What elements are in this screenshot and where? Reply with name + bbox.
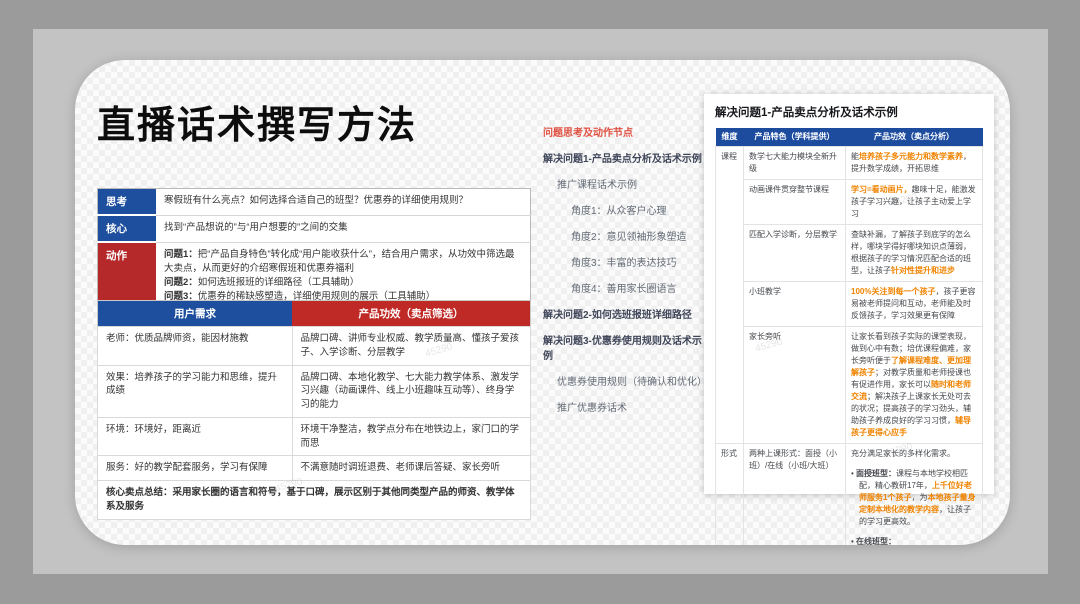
table-row: 效果：培养孩子的学习能力和思维，提升成绩 品牌口碑、本地化教学、七大能力教学体系… bbox=[98, 365, 531, 417]
core-text: 找到“产品想说的”与“用户想要的”之间的交集 bbox=[156, 215, 531, 242]
feature-cell: 数学七大能力模块全新升级 bbox=[744, 147, 846, 180]
outline-item-problem3: 解决问题3-优惠券使用规则及话术示例 bbox=[543, 334, 705, 364]
table-row: 形式 两种上课形式：面授（小班）/在线（小班/大班） 充分满足家长的多样化需求。… bbox=[716, 444, 983, 546]
table-row: 小班教学 100%关注到每一个孩子，孩子更容易被老师提问和互动，老师能及时反馈孩… bbox=[716, 282, 983, 327]
table-footer-row: 核心卖点总结：采用家长圈的语言和符号，基于口碑，展示区别于其他同类型产品的师资、… bbox=[98, 481, 531, 520]
need-cell: 环境：环境好，距离近 bbox=[98, 417, 293, 456]
effect-cell: 不满意随时调班退费、老师课后答疑、家长旁听 bbox=[292, 456, 531, 481]
action-line-1: 问题1：把“产品自身特色”转化成“用户能收获什么”，结合用户需求，从功效中筛选最… bbox=[164, 248, 522, 277]
user-needs-table: 用户需求 产品功效（卖点筛选） 老师：优质品牌师资，能因材施教 品牌口碑、讲师专… bbox=[97, 300, 531, 520]
feature-cell: 小班教学 bbox=[744, 282, 846, 327]
analysis-cell: 充分满足家长的多样化需求。 • 面授班型：课程与本地学校相匹配，精心教研17年，… bbox=[846, 444, 983, 546]
table-row: 环境：环境好，距离近 环境干净整洁，教学点分布在地铁边上，家门口的学而思 bbox=[98, 417, 531, 456]
summary-cell: 核心卖点总结：采用家长圈的语言和符号，基于口碑，展示区别于其他同类型产品的师资、… bbox=[98, 481, 531, 520]
col-header-feature: 产品特色（学科提供） bbox=[744, 128, 846, 147]
outline-item-angle4: 角度4：善用家长圈语言 bbox=[571, 282, 705, 297]
need-cell: 效果：培养孩子的学习能力和思维，提升成绩 bbox=[98, 365, 293, 417]
panel-title: 解决问题1-产品卖点分析及话术示例 bbox=[715, 104, 983, 120]
col-header-analysis: 产品功效（卖点分析） bbox=[846, 128, 983, 147]
col-header-needs: 用户需求 bbox=[98, 301, 293, 327]
dimension-cell-form: 形式 bbox=[716, 444, 744, 546]
need-cell: 服务：好的教学配套服务，学习有保障 bbox=[98, 456, 293, 481]
feature-cell: 匹配入学诊断，分层教学 bbox=[744, 225, 846, 282]
slide-card: 直播话术撰写方法 思考 寒假班有什么亮点？如何选择合适自己的班型？优惠券的详细使… bbox=[75, 60, 1010, 545]
row-label-core: 核心 bbox=[98, 215, 157, 242]
analysis-cell: 学习=看动画片，趣味十足，能激发孩子学习兴趣，让孩子主动爱上学习 bbox=[846, 180, 983, 225]
outline-item-problem1: 解决问题1-产品卖点分析及话术示例 bbox=[543, 152, 705, 167]
form-line: • 在线班型： bbox=[851, 536, 977, 545]
analysis-cell: 能培养孩子多元能力和数学素养，提升数学成绩，开拓思维 bbox=[846, 147, 983, 180]
table-header-row: 用户需求 产品功效（卖点筛选） bbox=[98, 301, 531, 327]
think-text: 寒假班有什么亮点？如何选择合适自己的班型？优惠券的详细使用规则？ bbox=[156, 189, 531, 216]
table-row: 匹配入学诊断，分层教学 查缺补漏，了解孩子到底学的怎么样，哪块学得好哪块知识点薄… bbox=[716, 225, 983, 282]
analysis-cell: 查缺补漏，了解孩子到底学的怎么样，哪块学得好哪块知识点薄弱，根据孩子的学习情况匹… bbox=[846, 225, 983, 282]
outline-item-coupon-script: 推广优惠券话术 bbox=[557, 401, 705, 416]
table-row: 服务：好的教学配套服务，学习有保障 不满意随时调班退费、老师课后答疑、家长旁听 bbox=[98, 456, 531, 481]
outline-item-angle3: 角度3：丰富的表达技巧 bbox=[571, 256, 705, 271]
table-row: 课程 数学七大能力模块全新升级 能培养孩子多元能力和数学素养，提升数学成绩，开拓… bbox=[716, 147, 983, 180]
need-cell: 老师：优质品牌师资，能因材施教 bbox=[98, 327, 293, 366]
outline-item-coupon-rules: 优惠券使用规则（待确认和优化） bbox=[557, 375, 705, 390]
page-title: 直播话术撰写方法 bbox=[97, 106, 417, 148]
col-header-dimension: 维度 bbox=[716, 128, 744, 147]
outline-item-course-script: 推广课程话术示例 bbox=[557, 178, 705, 193]
analysis-cell: 让家长看到孩子实际的课堂表现，做到心中有数；培优课程偏难，家长旁听便于了解课程难… bbox=[846, 327, 983, 444]
table-row: 思考 寒假班有什么亮点？如何选择合适自己的班型？优惠券的详细使用规则？ bbox=[98, 189, 531, 216]
table-row: 动画课件贯穿整节课程 学习=看动画片，趣味十足，能激发孩子学习兴趣，让孩子主动爱… bbox=[716, 180, 983, 225]
outline-item-angle2: 角度2：意见领袖形象塑造 bbox=[571, 230, 705, 245]
dimension-cell-course: 课程 bbox=[716, 147, 744, 444]
effect-cell: 品牌口碑、讲师专业权威、教学质量高、懂孩子爱孩子、入学诊断、分层教学 bbox=[292, 327, 531, 366]
effect-cell: 品牌口碑、本地化教学、七大能力教学体系、激发学习兴趣（动画课件、线上小班趣味互动… bbox=[292, 365, 531, 417]
outline-item-heading: 问题思考及动作节点 bbox=[543, 126, 705, 141]
doc-outline: 问题思考及动作节点 解决问题1-产品卖点分析及话术示例 推广课程话术示例 角度1… bbox=[543, 126, 705, 427]
think-core-action-table: 思考 寒假班有什么亮点？如何选择合适自己的班型？优惠券的详细使用规则？ 核心 找… bbox=[97, 188, 531, 311]
feature-cell: 两种上课形式：面授（小班）/在线（小班/大班） bbox=[744, 444, 846, 546]
analysis-cell: 100%关注到每一个孩子，孩子更容易被老师提问和互动，老师能及时反馈孩子，学习效… bbox=[846, 282, 983, 327]
table-row: 核心 找到“产品想说的”与“用户想要的”之间的交集 bbox=[98, 215, 531, 242]
col-header-effect: 产品功效（卖点筛选） bbox=[292, 301, 531, 327]
effect-cell: 环境干净整洁，教学点分布在地铁边上，家门口的学而思 bbox=[292, 417, 531, 456]
outline-item-angle1: 角度1：从众客户心理 bbox=[571, 204, 705, 219]
table-row: 老师：优质品牌师资，能因材施教 品牌口碑、讲师专业权威、教学质量高、懂孩子爱孩子… bbox=[98, 327, 531, 366]
form-line: • 面授班型：课程与本地学校相匹配，精心教研17年，上千位好老师服务1个孩子，为… bbox=[851, 468, 977, 528]
table-row: 家长旁听 让家长看到孩子实际的课堂表现，做到心中有数；培优课程偏难，家长旁听便于… bbox=[716, 327, 983, 444]
outline-item-problem2: 解决问题2-如何选班报班详细路径 bbox=[543, 308, 705, 323]
slide-background: { "slide": {"title": "直播话术撰写方法"}, "color… bbox=[0, 0, 1080, 604]
row-label-think: 思考 bbox=[98, 189, 157, 216]
form-line: 充分满足家长的多样化需求。 bbox=[851, 448, 977, 460]
content-panel: 解决问题1-产品卖点分析及话术示例 维度 产品特色（学科提供） 产品功效（卖点分… bbox=[704, 94, 994, 494]
table-header-row: 维度 产品特色（学科提供） 产品功效（卖点分析） bbox=[716, 128, 983, 147]
feature-cell: 动画课件贯穿整节课程 bbox=[744, 180, 846, 225]
feature-cell: 家长旁听 bbox=[744, 327, 846, 444]
action-line-2: 问题2：如何选班报班的详细路径（工具辅助） bbox=[164, 276, 522, 290]
sales-point-table: 维度 产品特色（学科提供） 产品功效（卖点分析） 课程 数学七大能力模块全新升级… bbox=[715, 128, 983, 545]
